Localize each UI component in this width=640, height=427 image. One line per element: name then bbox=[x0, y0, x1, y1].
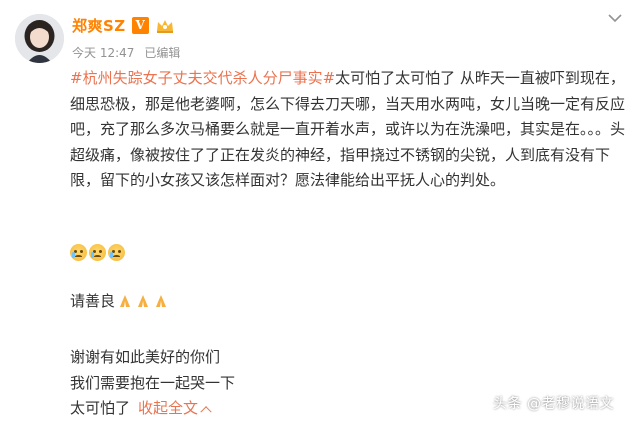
post-meta: 今天 12:47 已编辑 bbox=[72, 44, 180, 61]
pray-icon bbox=[120, 294, 131, 307]
closing-line-last: 太可怕了 收起全文 bbox=[70, 396, 235, 422]
member-crown-icon bbox=[155, 17, 175, 34]
crying-face-icon bbox=[108, 244, 125, 261]
post-text: 太可怕了太可怕了 从昨天一直被吓到现在，细思恐极，那是他老婆啊，怎么下得去刀天哪… bbox=[70, 69, 626, 189]
kindness-text: 请善良 bbox=[70, 292, 116, 310]
pray-icon bbox=[138, 294, 149, 307]
crying-face-icon bbox=[89, 244, 106, 261]
emoji-row bbox=[70, 244, 125, 261]
chevron-up-icon bbox=[200, 406, 212, 418]
author-row: 郑爽SZ V bbox=[72, 14, 175, 36]
pray-icon bbox=[156, 294, 167, 307]
closing-line: 我们需要抱在一起哭一下 bbox=[70, 373, 236, 392]
collapse-label: 收起全文 bbox=[138, 399, 199, 417]
collapse-button[interactable]: 收起全文 bbox=[138, 399, 212, 418]
avatar[interactable] bbox=[15, 14, 64, 63]
edited-label[interactable]: 已编辑 bbox=[144, 44, 180, 61]
username[interactable]: 郑爽SZ bbox=[72, 15, 126, 36]
closing-line: 太可怕了 bbox=[70, 399, 131, 417]
post-body: #杭州失踪女子丈夫交代杀人分尸事实#太可怕了太可怕了 从昨天一直被吓到现在，细思… bbox=[70, 66, 626, 194]
post-time: 今天 12:47 bbox=[72, 46, 135, 60]
watermark: 头条 @老穆说语文 bbox=[493, 396, 614, 412]
closing-line: 谢谢有如此美好的你们 bbox=[70, 348, 221, 366]
chevron-down-icon[interactable] bbox=[606, 10, 624, 24]
crying-face-icon bbox=[70, 244, 87, 261]
closing-lines: 谢谢有如此美好的你们 我们需要抱在一起哭一下 太可怕了 收起全文 bbox=[70, 345, 235, 422]
weibo-post: 郑爽SZ V 今天 12:47 已编辑 #杭州失踪女子丈夫交代杀人分尸事实#太可… bbox=[0, 0, 640, 427]
topic-link[interactable]: #杭州失踪女子丈夫交代杀人分尸事实# bbox=[70, 69, 335, 87]
verified-badge-icon: V bbox=[131, 16, 149, 34]
kindness-line: 请善良 bbox=[70, 290, 169, 311]
